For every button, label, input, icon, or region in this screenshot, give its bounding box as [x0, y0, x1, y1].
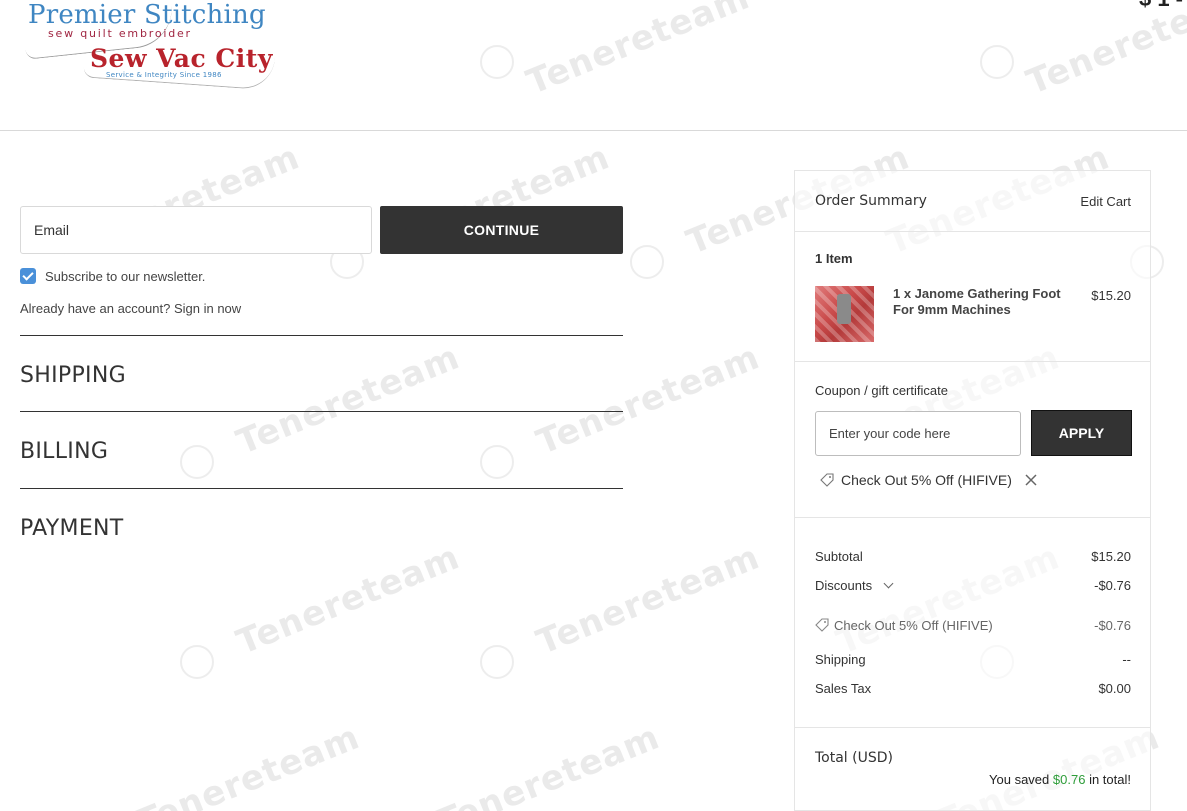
tag-icon — [820, 473, 834, 487]
product-name: 1 x Janome Gathering Foot For 9mm Machin… — [893, 286, 1061, 317]
savings-text: You saved $0.76 in total! — [989, 772, 1131, 787]
newsletter-option[interactable]: Subscribe to our newsletter. — [20, 268, 205, 284]
watermark-rose-icon — [630, 245, 664, 279]
saved-suffix: in total! — [1089, 772, 1131, 787]
signin-prompt: Already have an account? Sign in now — [20, 301, 241, 316]
continue-button[interactable]: CONTINUE — [380, 206, 623, 254]
summary-grand-total: Total (USD) You saved $0.76 in total! — [795, 728, 1150, 811]
shipping-label: Shipping — [815, 652, 866, 667]
watermark-text: Tenereteam — [231, 337, 466, 463]
shipping-value: -- — [1122, 652, 1131, 667]
email-field[interactable] — [20, 206, 372, 254]
tax-value: $0.00 — [1098, 681, 1131, 696]
tax-label: Sales Tax — [815, 681, 872, 696]
discounts-toggle[interactable]: Discounts — [815, 578, 894, 593]
watermark-text: Tenereteam — [131, 717, 366, 811]
discounts-label: Discounts — [815, 578, 873, 593]
watermark-text: Tenereteam — [531, 337, 766, 463]
items-count: 1 Item — [815, 251, 853, 266]
header-cart-total: $ 1 - — [1139, 0, 1183, 12]
section-shipping[interactable]: SHIPPING — [20, 363, 126, 388]
saved-amount: $0.76 — [1052, 772, 1086, 787]
summary-totals: Subtotal $15.20 Discounts -$0.76 Check O… — [795, 518, 1150, 728]
chevron-down-icon — [883, 578, 894, 589]
applied-coupon: Check Out 5% Off (HIFIVE) — [820, 472, 1038, 488]
watermark-text: Tenereteam — [531, 537, 766, 663]
logo-title: Premier Stitching — [28, 0, 266, 30]
section-divider — [20, 411, 623, 412]
coupon-section: Coupon / gift certificate APPLY Check Ou… — [795, 362, 1150, 518]
watermark-rose-icon — [480, 645, 514, 679]
watermark-rose-icon — [180, 445, 214, 479]
applied-coupon-label: Check Out 5% Off (HIFIVE) — [841, 472, 1012, 488]
order-summary: Order Summary Edit Cart 1 Item 1 x Janom… — [794, 170, 1151, 811]
section-billing[interactable]: BILLING — [20, 439, 108, 464]
logo-brand: Sew Vac City — [90, 44, 273, 73]
apply-button[interactable]: APPLY — [1031, 410, 1132, 456]
coupon-input[interactable] — [815, 411, 1021, 456]
section-divider — [20, 488, 623, 489]
summary-items: 1 Item 1 x Janome Gathering Foot For 9mm… — [795, 232, 1150, 362]
logo-tagline: Service & Integrity Since 1986 — [106, 71, 222, 79]
logo-subtitle: sew quilt embroider — [48, 27, 192, 40]
discount-line-value: -$0.76 — [1094, 618, 1131, 633]
site-header: Premier Stitching sew quilt embroider Se… — [0, 0, 1187, 131]
summary-title: Order Summary — [815, 193, 927, 209]
signin-prefix: Already have an account? — [20, 301, 171, 316]
subtotal-value: $15.20 — [1091, 549, 1131, 564]
coupon-label: Coupon / gift certificate — [815, 383, 948, 398]
saved-prefix: You saved — [989, 772, 1050, 787]
watermark-text: Tenereteam — [231, 537, 466, 663]
discount-line: Check Out 5% Off (HIFIVE) — [815, 618, 993, 633]
close-icon[interactable] — [1024, 473, 1038, 487]
section-payment[interactable]: PAYMENT — [20, 516, 124, 541]
tag-icon — [815, 618, 829, 632]
watermark-rose-icon — [480, 445, 514, 479]
product-price: $15.20 — [1091, 288, 1131, 303]
total-label: Total (USD) — [815, 750, 893, 766]
discounts-value: -$0.76 — [1094, 578, 1131, 593]
discount-line-label: Check Out 5% Off (HIFIVE) — [834, 618, 993, 633]
summary-header: Order Summary Edit Cart — [795, 171, 1150, 232]
watermark-text: Tenereteam — [431, 717, 666, 811]
newsletter-checkbox[interactable] — [20, 268, 36, 284]
store-logo[interactable]: Premier Stitching sew quilt embroider Se… — [22, 0, 284, 91]
section-divider — [20, 335, 623, 336]
signin-link[interactable]: Sign in now — [174, 301, 241, 316]
watermark-rose-icon — [180, 645, 214, 679]
subtotal-label: Subtotal — [815, 549, 863, 564]
newsletter-label: Subscribe to our newsletter. — [45, 268, 206, 284]
product-thumbnail — [815, 286, 874, 342]
edit-cart-link[interactable]: Edit Cart — [1080, 194, 1131, 209]
